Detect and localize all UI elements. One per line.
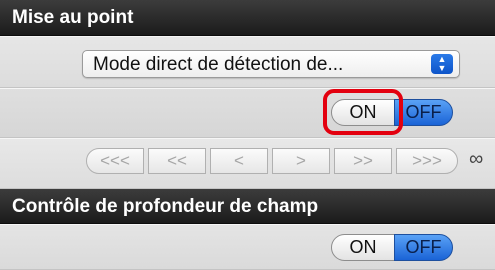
dof-off-button[interactable]: OFF: [394, 234, 453, 261]
focus-mode-select[interactable]: Mode direct de détection de... ▲ ▼: [82, 50, 460, 78]
infinity-icon: ∞: [469, 148, 484, 170]
focus-near-medium-button[interactable]: <<: [148, 148, 206, 174]
focus-near-large-button[interactable]: <<<: [86, 148, 144, 174]
on-button-highlight: [323, 89, 403, 135]
dof-on-off-toggle: ON OFF: [331, 234, 453, 261]
focus-far-medium-button[interactable]: >>: [334, 148, 392, 174]
dof-on-button[interactable]: ON: [331, 234, 395, 261]
focus-far-small-button[interactable]: >: [272, 148, 330, 174]
dof-section-header: Contrôle de profondeur de champ: [0, 189, 495, 224]
focus-near-small-button[interactable]: <: [210, 148, 268, 174]
focus-nav-buttons: <<< << < > >> >>>: [86, 148, 466, 174]
camera-settings-panel: Mise au point Mode direct de détection d…: [0, 0, 495, 270]
focus-far-large-button[interactable]: >>>: [396, 148, 458, 174]
dof-section-title: Contrôle de profondeur de champ: [12, 196, 319, 217]
focus-section-header: Mise au point: [0, 0, 495, 36]
focus-section-title: Mise au point: [12, 7, 134, 28]
select-arrows-icon: ▲ ▼: [431, 54, 453, 74]
focus-mode-value: Mode direct de détection de...: [93, 54, 344, 75]
